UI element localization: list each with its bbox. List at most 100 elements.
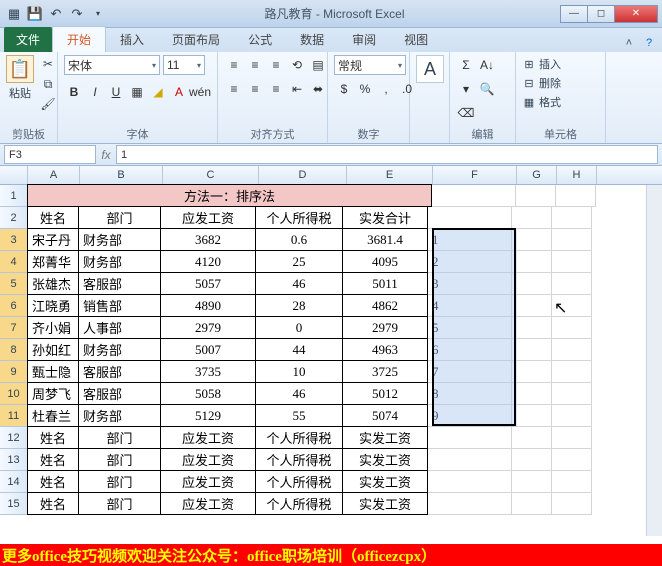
indent-dec-icon[interactable]: ⇤: [287, 79, 307, 99]
copy-icon[interactable]: ⧉: [38, 75, 58, 93]
row-header[interactable]: 15: [0, 493, 28, 515]
cell[interactable]: 应发工资: [160, 206, 256, 229]
delete-cells-button[interactable]: ⊟删除: [522, 74, 561, 92]
cell[interactable]: 姓名: [27, 492, 79, 515]
cell[interactable]: [552, 405, 592, 427]
cell[interactable]: 46: [255, 272, 343, 295]
cell[interactable]: 姓名: [27, 470, 79, 493]
font-size-combo[interactable]: 11▾: [163, 55, 205, 75]
tab-view[interactable]: 视图: [390, 27, 442, 52]
row-header[interactable]: 8: [0, 339, 28, 361]
align-left-icon[interactable]: ≡: [224, 79, 244, 99]
cell[interactable]: 客服部: [78, 382, 161, 405]
align-top-icon[interactable]: ≡: [224, 55, 244, 75]
underline-button[interactable]: U: [106, 82, 126, 102]
font-name-combo[interactable]: 宋体▾: [64, 55, 160, 75]
col-header-A[interactable]: A: [28, 166, 80, 184]
cell[interactable]: 个人所得税: [255, 426, 343, 449]
cell[interactable]: 2: [428, 251, 512, 273]
styles-button[interactable]: A: [416, 55, 444, 83]
number-format-combo[interactable]: 常规▾: [334, 55, 406, 75]
cell[interactable]: 3725: [342, 360, 428, 383]
cell[interactable]: [552, 361, 592, 383]
cell[interactable]: 10: [255, 360, 343, 383]
close-button[interactable]: ✕: [614, 5, 658, 23]
cell[interactable]: 7: [428, 361, 512, 383]
cell[interactable]: 5007: [160, 338, 256, 361]
paste-button[interactable]: 📋 粘贴: [6, 55, 34, 101]
cell[interactable]: 部门: [78, 448, 161, 471]
cell[interactable]: 财务部: [78, 250, 161, 273]
cell[interactable]: 客服部: [78, 272, 161, 295]
cell[interactable]: 55: [255, 404, 343, 427]
cell[interactable]: [428, 207, 512, 229]
cell[interactable]: 9: [428, 405, 512, 427]
row-header[interactable]: 5: [0, 273, 28, 295]
border-button[interactable]: ▦: [127, 82, 147, 102]
cell[interactable]: [512, 449, 552, 471]
cell[interactable]: [512, 383, 552, 405]
cell[interactable]: [552, 251, 592, 273]
row-header[interactable]: 11: [0, 405, 28, 427]
cell[interactable]: 8: [428, 383, 512, 405]
cell[interactable]: 姓名: [27, 448, 79, 471]
row-header[interactable]: 13: [0, 449, 28, 471]
fill-icon[interactable]: ▾: [456, 79, 476, 99]
row-header[interactable]: 2: [0, 207, 28, 229]
minimize-ribbon-icon[interactable]: ˄: [620, 34, 638, 52]
cut-icon[interactable]: ✂: [38, 55, 58, 73]
cell[interactable]: 甄士隐: [27, 360, 79, 383]
cell[interactable]: 2979: [342, 316, 428, 339]
name-box[interactable]: F3: [4, 145, 96, 164]
fx-icon[interactable]: fx: [96, 148, 116, 162]
cell[interactable]: [428, 449, 512, 471]
row-header[interactable]: 7: [0, 317, 28, 339]
currency-icon[interactable]: $: [334, 79, 354, 99]
italic-button[interactable]: I: [85, 82, 105, 102]
col-header-D[interactable]: D: [259, 166, 347, 184]
cell[interactable]: 人事部: [78, 316, 161, 339]
cell[interactable]: 5057: [160, 272, 256, 295]
cell[interactable]: 郑菁华: [27, 250, 79, 273]
bold-button[interactable]: B: [64, 82, 84, 102]
cell[interactable]: 28: [255, 294, 343, 317]
sort-icon[interactable]: A↓: [477, 55, 497, 75]
cell[interactable]: [552, 295, 592, 317]
find-icon[interactable]: 🔍: [477, 79, 497, 99]
cell[interactable]: [512, 427, 552, 449]
wrap-text-icon[interactable]: ▤: [308, 55, 328, 75]
cell[interactable]: 3681.4: [342, 228, 428, 251]
cell[interactable]: [552, 229, 592, 251]
tab-layout[interactable]: 页面布局: [158, 27, 234, 52]
cell[interactable]: 应发工资: [160, 492, 256, 515]
col-header-G[interactable]: G: [517, 166, 557, 184]
merge-icon[interactable]: ⬌: [308, 79, 328, 99]
cell[interactable]: 财务部: [78, 404, 161, 427]
cell[interactable]: 方法一：排序法: [27, 184, 432, 207]
align-right-icon[interactable]: ≡: [266, 79, 286, 99]
tab-review[interactable]: 审阅: [338, 27, 390, 52]
cell[interactable]: 3682: [160, 228, 256, 251]
cell[interactable]: [512, 405, 552, 427]
cell[interactable]: 应发工资: [160, 448, 256, 471]
cell[interactable]: 齐小娟: [27, 316, 79, 339]
cell[interactable]: 部门: [78, 206, 161, 229]
cell[interactable]: 4: [428, 295, 512, 317]
cell[interactable]: 财务部: [78, 228, 161, 251]
cell[interactable]: [512, 361, 552, 383]
cell[interactable]: 4862: [342, 294, 428, 317]
cell[interactable]: 实发工资: [342, 470, 428, 493]
cell[interactable]: [428, 493, 512, 515]
row-header[interactable]: 6: [0, 295, 28, 317]
row-header[interactable]: 3: [0, 229, 28, 251]
cell[interactable]: 客服部: [78, 360, 161, 383]
cell[interactable]: [512, 339, 552, 361]
cell[interactable]: 周梦飞: [27, 382, 79, 405]
cell[interactable]: 1: [428, 229, 512, 251]
cell[interactable]: [552, 207, 592, 229]
cell[interactable]: 实发工资: [342, 426, 428, 449]
col-header-E[interactable]: E: [347, 166, 433, 184]
cell[interactable]: 销售部: [78, 294, 161, 317]
cell[interactable]: [512, 471, 552, 493]
cell[interactable]: 江晓勇: [27, 294, 79, 317]
